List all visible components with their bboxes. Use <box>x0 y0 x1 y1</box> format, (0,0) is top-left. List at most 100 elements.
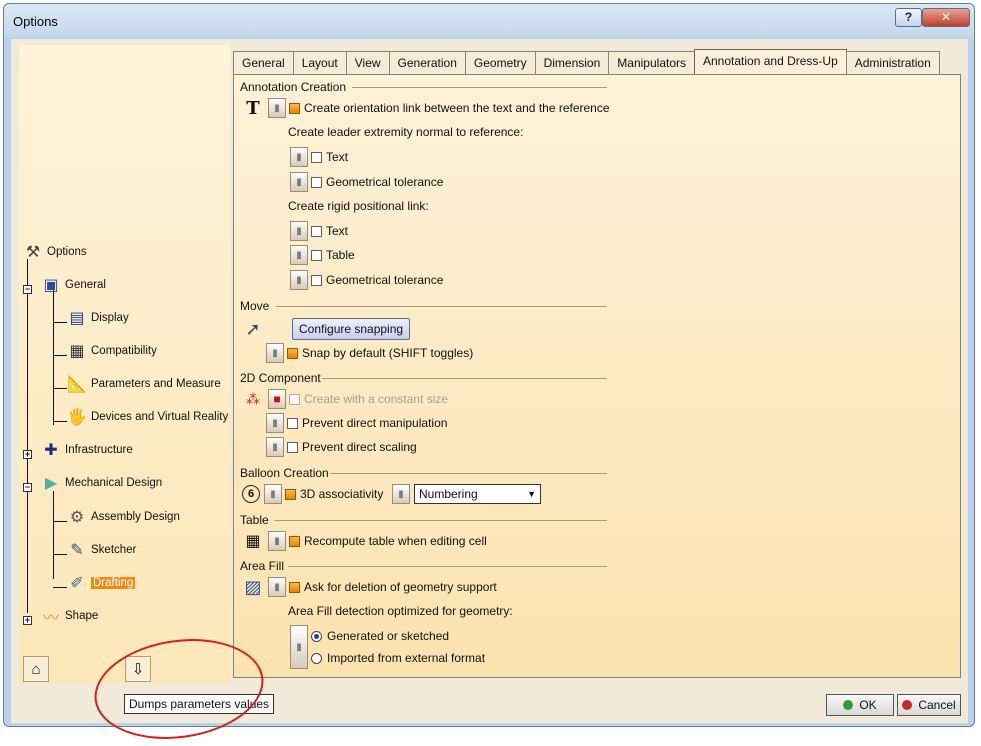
compatibility-icon: ▦ <box>69 343 85 360</box>
expander-shape[interactable]: + <box>23 616 32 625</box>
section-area-fill: Area Fill <box>240 559 285 573</box>
lock-icon[interactable]: ▮ <box>290 172 308 192</box>
lock-icon[interactable]: ▮ <box>290 147 308 167</box>
tab-dimension[interactable]: Dimension <box>534 51 610 75</box>
tab-manipulators[interactable]: Manipulators <box>608 51 695 75</box>
rigid-geo-tol-label: Geometrical tolerance <box>326 273 444 287</box>
tab-layout[interactable]: Layout <box>292 51 347 75</box>
snap-default-checkbox[interactable] <box>287 347 298 359</box>
lock-closed-icon[interactable]: ■ <box>268 389 286 409</box>
ok-button[interactable]: OK <box>826 694 894 716</box>
rigid-geo-tol-checkbox[interactable] <box>311 274 322 286</box>
rigid-table-checkbox[interactable] <box>311 249 322 261</box>
leader-text-checkbox[interactable] <box>311 151 322 163</box>
generated-radio[interactable] <box>311 630 322 642</box>
lock-icon[interactable]: ▮ <box>290 270 308 290</box>
imported-label: Imported from external format <box>327 651 486 665</box>
tree-branch <box>53 322 67 323</box>
orientation-link-checkbox[interactable] <box>289 102 300 114</box>
tab-generation[interactable]: Generation <box>388 51 466 75</box>
tab-general[interactable]: General <box>233 51 294 75</box>
section-table: Table <box>240 513 269 527</box>
tree-item-label: Devices and Virtual Reality <box>91 411 229 423</box>
component-icon: ⁂ <box>246 390 260 407</box>
prevent-scaling-checkbox[interactable] <box>287 441 298 453</box>
tree-item-display[interactable]: ▤ Display <box>67 307 128 329</box>
lock-icon[interactable]: ▮ <box>268 531 286 551</box>
ask-deletion-checkbox[interactable] <box>289 581 300 593</box>
title-bar[interactable]: Options ? ✕ <box>4 4 974 38</box>
lock-icon[interactable]: ▮ <box>392 484 410 504</box>
section-annotation-creation: Annotation Creation <box>240 80 347 94</box>
rigid-text-checkbox[interactable] <box>311 225 322 237</box>
tree-item-sketcher[interactable]: ✎ Sketcher <box>67 539 136 561</box>
expander-mechanical-design[interactable]: − <box>23 483 32 492</box>
cancel-button[interactable]: Cancel <box>897 694 961 716</box>
lock-icon[interactable]: ▮ <box>266 413 284 433</box>
row-prevent-manipulation: ▮ Prevent direct manipulation <box>266 412 447 434</box>
area-fill-detection-label: Area Fill detection optimized for geomet… <box>288 600 513 622</box>
lock-icon[interactable]: ▮ <box>290 625 308 669</box>
tab-view[interactable]: View <box>345 51 390 75</box>
lock-icon[interactable]: ▮ <box>264 484 282 504</box>
section-divider <box>322 378 607 379</box>
lock-icon[interactable]: ▮ <box>290 221 308 241</box>
help-button[interactable]: ? <box>895 8 922 27</box>
section-divider <box>276 306 607 307</box>
prevent-manipulation-checkbox[interactable] <box>287 417 298 429</box>
tree-trunk-line <box>27 259 28 613</box>
recompute-checkbox[interactable] <box>289 535 300 547</box>
associativity-checkbox[interactable] <box>285 488 296 500</box>
row-rigid-table: ▮ Table <box>290 244 355 266</box>
gears-icon: ⚙ <box>69 509 85 526</box>
tab-annotation-and-dress-up[interactable]: Annotation and Dress-Up <box>694 49 847 75</box>
tree-item-general[interactable]: ▣ General <box>41 274 106 296</box>
configure-snapping-button[interactable]: Configure snapping <box>292 318 411 340</box>
expander-infrastructure[interactable]: + <box>23 450 32 459</box>
tree-item-devices[interactable]: 🖐 Devices and Virtual Reality <box>67 406 228 428</box>
imported-radio[interactable] <box>311 652 322 664</box>
tree-item-label: Options <box>47 246 87 258</box>
expander-general[interactable]: − <box>23 285 32 294</box>
lock-icon[interactable]: ▮ <box>268 98 286 118</box>
tree-item-drafting[interactable]: ✐ Drafting <box>67 572 136 594</box>
section-divider <box>352 87 607 88</box>
lock-icon[interactable]: ▮ <box>266 343 284 363</box>
row-imported: Imported from external format <box>311 647 485 669</box>
devices-icon: 🖐 <box>67 409 87 426</box>
tree-item-label: Infrastructure <box>65 444 133 456</box>
cursor-arrow-icon: ➚ <box>245 318 261 339</box>
constant-size-checkbox <box>289 393 300 405</box>
lock-icon[interactable]: ▮ <box>266 437 284 457</box>
tree-item-assembly-design[interactable]: ⚙ Assembly Design <box>67 506 180 528</box>
tree-item-label: General <box>65 279 106 291</box>
tree-item-options[interactable]: ⚒ Options <box>23 241 87 263</box>
reset-icon[interactable]: ⌂ <box>23 656 49 682</box>
associativity-label: 3D associativity <box>300 487 384 501</box>
shape-icon: 〰 <box>42 610 59 627</box>
text-icon: T <box>246 97 260 119</box>
tab-administration[interactable]: Administration <box>845 51 940 75</box>
tree-item-compatibility[interactable]: ▦ Compatibility <box>67 340 156 362</box>
section-2d-component: 2D Component <box>240 371 321 385</box>
window-title: Options <box>13 14 58 29</box>
tree-item-parameters-and-measure[interactable]: 📐 Parameters and Measure <box>67 373 221 395</box>
tree-item-mechanical-design[interactable]: ▶ Mechanical Design <box>41 472 162 494</box>
tab-geometry[interactable]: Geometry <box>464 51 536 75</box>
rigid-text-label: Text <box>326 224 349 238</box>
tab-bar: General Layout View Generation Geometry … <box>233 49 940 75</box>
row-rigid-geo-tol: ▮ Geometrical tolerance <box>290 269 443 291</box>
balloon-icon: 6 <box>242 485 260 503</box>
row-constant-size: ⁂ ■ Create with a constant size <box>242 388 448 410</box>
leader-geo-tol-checkbox[interactable] <box>311 176 322 188</box>
close-button[interactable]: ✕ <box>922 8 970 27</box>
lock-icon[interactable]: ▮ <box>268 577 286 597</box>
leader-normal-text: Create leader extremity normal to refere… <box>288 125 524 139</box>
tree-branch <box>53 521 67 522</box>
balloon-type-select[interactable]: Numbering ▼ <box>414 484 541 504</box>
constant-size-label: Create with a constant size <box>304 392 449 406</box>
tree-item-shape[interactable]: 〰 Shape <box>41 605 98 627</box>
tree-mech-line <box>53 491 54 579</box>
lock-icon[interactable]: ▮ <box>290 245 308 265</box>
tree-item-infrastructure[interactable]: ✚ Infrastructure <box>41 439 133 461</box>
